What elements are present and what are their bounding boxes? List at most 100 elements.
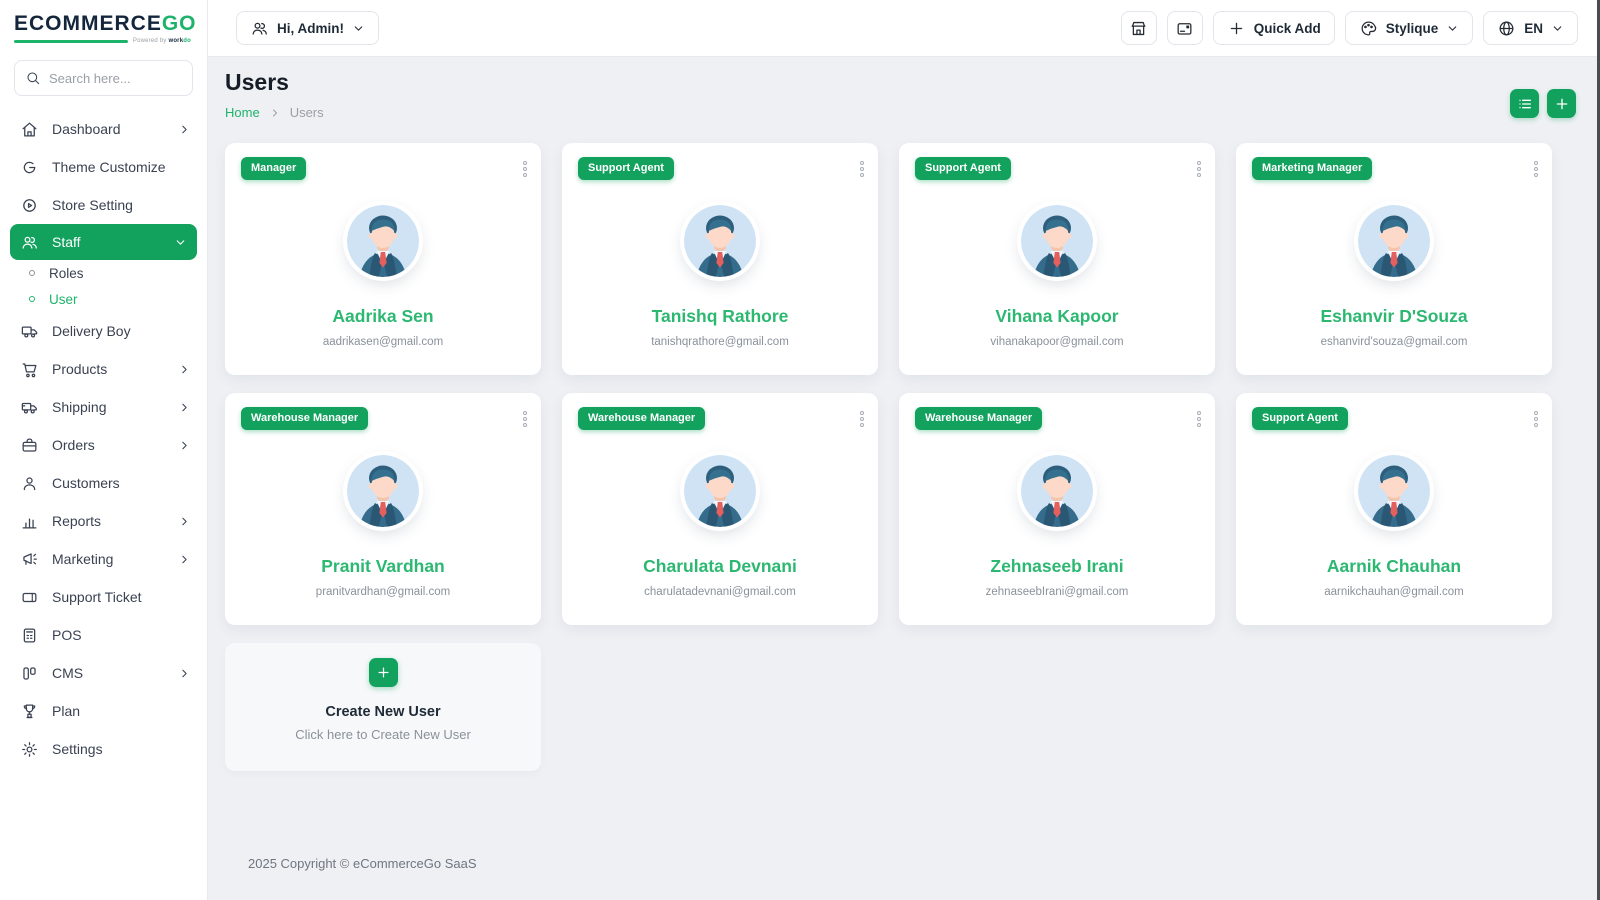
search-input[interactable]: [49, 71, 208, 86]
storefront-button[interactable]: [1121, 11, 1157, 45]
sidebar-item-shipping[interactable]: Shipping: [0, 388, 207, 426]
avatar[interactable]: [1021, 205, 1093, 277]
sidebar-item-customers[interactable]: Customers: [0, 464, 207, 502]
sidebar-item-delivery-boy[interactable]: Delivery Boy: [0, 312, 207, 350]
quick-add-button[interactable]: Quick Add: [1213, 11, 1335, 45]
sidebar-item-label: Staff: [52, 234, 81, 250]
avatar[interactable]: [684, 205, 756, 277]
search-icon: [25, 70, 41, 86]
sidebar-item-label: Products: [52, 361, 107, 377]
chevron-right-icon: [178, 401, 191, 414]
cms-columns-icon: [20, 664, 39, 683]
chevron-right-icon: [178, 515, 191, 528]
plus-icon: [1227, 19, 1246, 38]
user-name[interactable]: Pranit Vardhan: [321, 556, 445, 577]
brand-logo[interactable]: ECOMMERCEGO Powered by workdo: [0, 0, 207, 50]
sidebar-item-settings[interactable]: Settings: [0, 730, 207, 768]
chevron-right-icon: [178, 439, 191, 452]
sidebar-item-label: Reports: [52, 513, 101, 529]
footer-copyright: 2025 Copyright © eCommerceGo SaaS: [225, 856, 1576, 900]
user-name[interactable]: Aadrika Sen: [332, 306, 433, 327]
create-new-user-card[interactable]: Create New User Click here to Create New…: [225, 643, 541, 771]
sidebar-item-support-ticket[interactable]: Support Ticket: [0, 578, 207, 616]
card-menu-button[interactable]: [854, 405, 870, 433]
avatar[interactable]: [1358, 205, 1430, 277]
user-name[interactable]: Tanishq Rathore: [652, 306, 789, 327]
sidebar-search: [14, 60, 193, 96]
sidebar-item-reports[interactable]: Reports: [0, 502, 207, 540]
bar-chart-icon: [20, 512, 39, 531]
add-user-button[interactable]: [1547, 89, 1576, 118]
role-badge: Marketing Manager: [1252, 157, 1372, 180]
admin-menu-button[interactable]: Hi, Admin!: [236, 11, 379, 45]
user-card: Warehouse Manager Pranit Vardhan pranitv…: [225, 393, 541, 625]
breadcrumb-current: Users: [290, 105, 324, 120]
breadcrumb-home-link[interactable]: Home: [225, 105, 260, 120]
sidebar-subitem-roles[interactable]: Roles: [0, 260, 207, 286]
theme-icon: [20, 158, 39, 177]
card-menu-button[interactable]: [517, 155, 533, 183]
plus-icon: [376, 665, 391, 680]
card-menu-button[interactable]: [1528, 405, 1544, 433]
user-name[interactable]: Eshanvir D'Souza: [1320, 306, 1467, 327]
theme-style-button[interactable]: Stylique: [1345, 11, 1474, 45]
role-badge: Manager: [241, 157, 306, 180]
shipping-truck-icon: [20, 398, 39, 417]
sidebar-item-label: Delivery Boy: [52, 323, 131, 339]
avatar[interactable]: [1358, 455, 1430, 527]
card-view-button[interactable]: [1167, 11, 1203, 45]
avatar[interactable]: [347, 455, 419, 527]
bullet-circle-icon: [27, 268, 37, 278]
sidebar-item-label: Dashboard: [52, 121, 121, 137]
chevron-down-icon: [1551, 22, 1564, 35]
user-name[interactable]: Vihana Kapoor: [995, 306, 1118, 327]
role-badge: Warehouse Manager: [578, 407, 705, 430]
chevron-right-icon: [178, 553, 191, 566]
user-email: eshanvird'souza@gmail.com: [1321, 336, 1468, 348]
card-menu-button[interactable]: [1191, 405, 1207, 433]
orders-bag-icon: [20, 436, 39, 455]
sidebar-item-plan[interactable]: Plan: [0, 692, 207, 730]
ticket-icon: [20, 588, 39, 607]
store-setting-icon: [20, 196, 39, 215]
storefront-icon: [1129, 19, 1148, 38]
role-badge: Warehouse Manager: [915, 407, 1042, 430]
user-email: aadrikasen@gmail.com: [323, 336, 443, 348]
card-menu-button[interactable]: [1191, 155, 1207, 183]
user-name[interactable]: Aarnik Chauhan: [1327, 556, 1461, 577]
list-view-button[interactable]: [1510, 89, 1539, 118]
avatar[interactable]: [347, 205, 419, 277]
sidebar-item-marketing[interactable]: Marketing: [0, 540, 207, 578]
avatar[interactable]: [684, 455, 756, 527]
sidebar-item-pos[interactable]: POS: [0, 616, 207, 654]
sidebar-item-cms[interactable]: CMS: [0, 654, 207, 692]
role-badge: Support Agent: [915, 157, 1011, 180]
admin-people-icon: [250, 19, 269, 38]
card-menu-button[interactable]: [517, 405, 533, 433]
user-email: pranitvardhan@gmail.com: [316, 586, 450, 598]
trophy-icon: [20, 702, 39, 721]
sidebar-item-dashboard[interactable]: Dashboard: [0, 110, 207, 148]
sidebar-item-staff[interactable]: Staff: [10, 224, 197, 260]
language-button[interactable]: EN: [1483, 11, 1578, 45]
sidebar-item-label: Orders: [52, 437, 95, 453]
card-menu-button[interactable]: [1528, 155, 1544, 183]
sidebar-item-theme-customize[interactable]: Theme Customize: [0, 148, 207, 186]
create-card-subtitle: Click here to Create New User: [295, 727, 471, 742]
staff-people-icon: [20, 233, 39, 252]
language-label: EN: [1524, 21, 1543, 36]
user-card: Support Agent Tanishq Rathore tanishqrat…: [562, 143, 878, 375]
breadcrumb: Home Users: [225, 105, 324, 120]
plus-icon: [1554, 96, 1570, 112]
sidebar-item-store-setting[interactable]: Store Setting: [0, 186, 207, 224]
user-name[interactable]: Zehnaseeb Irani: [990, 556, 1123, 577]
sidebar-item-orders[interactable]: Orders: [0, 426, 207, 464]
sidebar-subitem-user[interactable]: User: [0, 286, 207, 312]
card-menu-button[interactable]: [854, 155, 870, 183]
create-user-plus-button[interactable]: [369, 658, 398, 687]
avatar[interactable]: [1021, 455, 1093, 527]
sidebar-item-products[interactable]: Products: [0, 350, 207, 388]
sidebar: ECOMMERCEGO Powered by workdo Dashboard …: [0, 0, 208, 900]
home-icon: [20, 120, 39, 139]
user-name[interactable]: Charulata Devnani: [643, 556, 797, 577]
